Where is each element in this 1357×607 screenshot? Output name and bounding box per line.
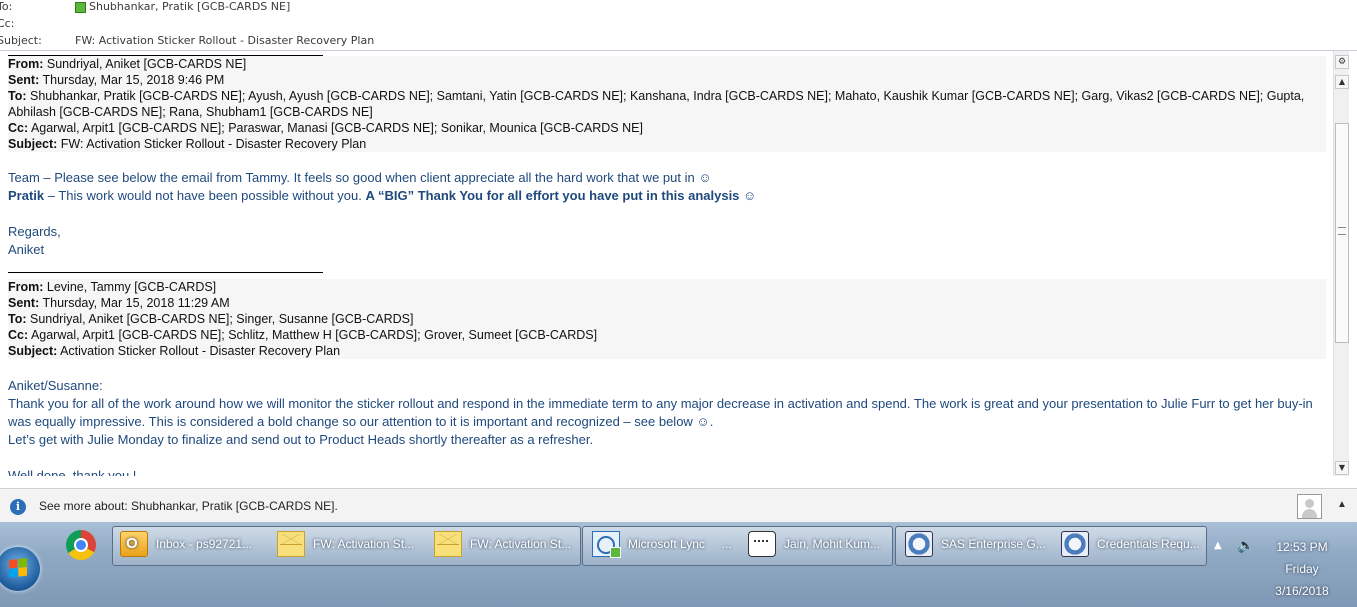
start-button[interactable] bbox=[0, 547, 40, 591]
regards-text: Regards, bbox=[8, 224, 61, 239]
people-pane-bar: i See more about: Shubhankar, Pratik [GC… bbox=[0, 488, 1357, 523]
taskbar-item-label: FW: Activation St... bbox=[313, 537, 415, 551]
taskbar-item-label: Inbox - ps92721... bbox=[156, 537, 253, 551]
taskbar-item-label: Microsoft Lync ... bbox=[628, 537, 732, 551]
show-hidden-icons-icon[interactable]: ▲ bbox=[1214, 540, 1222, 551]
subject-value: FW: Activation Sticker Rollout - Disaste… bbox=[57, 137, 367, 151]
sas-icon bbox=[1061, 531, 1089, 557]
to-value: Sundriyal, Aniket [GCB-CARDS NE]; Singer… bbox=[26, 312, 414, 326]
subject-label: Subject: bbox=[0, 34, 42, 47]
sent-label: Sent: bbox=[8, 296, 40, 310]
clock-day: Friday bbox=[1285, 562, 1319, 576]
thank-you-text: A “BIG” Thank You for all effort you hav… bbox=[365, 188, 757, 203]
sent-value: Thursday, Mar 15, 2018 11:29 AM bbox=[39, 296, 230, 310]
presence-icon bbox=[75, 1, 86, 13]
cc-label: Cc: bbox=[8, 121, 29, 135]
scroll-options-icon[interactable]: ⚙ bbox=[1335, 55, 1349, 69]
to-value: Shubhankar, Pratik [GCB-CARDS NE]; Ayush… bbox=[8, 89, 1305, 119]
to-label: To: bbox=[8, 312, 27, 326]
taskbar: Inbox - ps92721... FW: Activation St... … bbox=[0, 522, 1357, 607]
grip-icon bbox=[1338, 227, 1346, 235]
clock-time: 12:53 PM bbox=[1276, 540, 1328, 554]
lync-icon bbox=[592, 531, 621, 558]
clock-date: 3/16/2018 bbox=[1275, 584, 1329, 598]
body-line: Pratik – This work would not have been p… bbox=[8, 188, 757, 203]
speaker-icon[interactable]: 🔈 bbox=[1237, 538, 1254, 554]
cc-label: Cc: bbox=[8, 328, 29, 342]
to-label: To: bbox=[8, 89, 27, 103]
scroll-down-button[interactable]: ▼ bbox=[1335, 461, 1349, 475]
taskbar-item-label: FW: Activation St... bbox=[470, 537, 572, 551]
sent-label: Sent: bbox=[8, 73, 40, 87]
taskbar-item-email-1[interactable]: FW: Activation St... bbox=[271, 528, 421, 562]
mail-envelope-icon bbox=[277, 531, 305, 557]
taskbar-item-label: Jain, Mohit Kum... bbox=[784, 537, 881, 551]
subject-label: Subject: bbox=[8, 344, 58, 358]
greeting-text: Aniket/Susanne: bbox=[8, 378, 103, 393]
body-line: Team – Please see below the email from T… bbox=[8, 170, 712, 185]
subject-label: Subject: bbox=[8, 137, 58, 151]
cc-value: Agarwal, Arpit1 [GCB-CARDS NE]; Paraswar… bbox=[28, 121, 643, 135]
from-value: Levine, Tammy [GCB-CARDS] bbox=[43, 280, 217, 294]
taskbar-item-label: SAS Enterprise G... bbox=[941, 537, 1046, 551]
cc-value: Agarwal, Arpit1 [GCB-CARDS NE]; Schlitz,… bbox=[28, 328, 598, 342]
vertical-scrollbar[interactable]: ⚙ ▲ ▼ bbox=[1333, 51, 1350, 476]
taskbar-item-lync[interactable]: Microsoft Lync ... bbox=[586, 528, 734, 562]
closing-text: Well done, thank you ! bbox=[8, 468, 137, 476]
body-paragraph: Let’s get with Julie Monday to finalize … bbox=[8, 432, 594, 447]
scroll-up-button[interactable]: ▲ bbox=[1335, 75, 1349, 89]
to-label: To: bbox=[0, 0, 13, 13]
forward-header-2: From: Levine, Tammy [GCB-CARDS] Sent: Th… bbox=[8, 279, 1326, 359]
mention-name: Pratik bbox=[8, 188, 45, 203]
taskbar-item-label: Credentials Requ... bbox=[1097, 537, 1200, 551]
see-more-about-text[interactable]: See more about: Shubhankar, Pratik [GCB-… bbox=[39, 499, 338, 513]
taskbar-item-email-2[interactable]: FW: Activation St... bbox=[428, 528, 578, 562]
chat-bubble-icon bbox=[748, 531, 776, 557]
to-recipient[interactable]: Shubhankar, Pratik [GCB-CARDS NE] bbox=[75, 0, 290, 13]
subject-value: Activation Sticker Rollout - Disaster Re… bbox=[57, 344, 341, 358]
body-paragraph: Thank you for all of the work around how… bbox=[8, 396, 1313, 429]
taskbar-item-chat[interactable]: Jain, Mohit Kum... bbox=[742, 528, 890, 562]
sas-icon bbox=[905, 531, 933, 557]
message-text-2: Aniket/Susanne: Thank you for all of the… bbox=[8, 377, 1326, 476]
from-value: Sundriyal, Aniket [GCB-CARDS NE] bbox=[43, 57, 247, 71]
message-content: From: Sundriyal, Aniket [GCB-CARDS NE] S… bbox=[8, 55, 1326, 476]
taskbar-item-credentials[interactable]: Credentials Requ... bbox=[1055, 528, 1205, 562]
scroll-thumb[interactable] bbox=[1335, 123, 1349, 343]
from-label: From: bbox=[8, 280, 44, 294]
sent-value: Thursday, Mar 15, 2018 9:46 PM bbox=[39, 73, 225, 87]
to-recipient-name: Shubhankar, Pratik [GCB-CARDS NE] bbox=[89, 0, 291, 13]
taskbar-item-sas[interactable]: SAS Enterprise G... bbox=[899, 528, 1049, 562]
message-text-1: Team – Please see below the email from T… bbox=[8, 169, 1326, 259]
chrome-icon[interactable] bbox=[66, 530, 96, 560]
from-label: From: bbox=[8, 57, 44, 71]
taskbar-item-inbox[interactable]: Inbox - ps92721... bbox=[114, 528, 264, 562]
message-body[interactable]: From: Sundriyal, Aniket [GCB-CARDS NE] S… bbox=[0, 51, 1333, 476]
chevron-up-icon[interactable]: ▲ bbox=[1337, 499, 1347, 510]
quote-divider bbox=[8, 272, 323, 273]
system-clock[interactable]: 12:53 PM Friday 3/16/2018 bbox=[1262, 536, 1342, 602]
info-icon: i bbox=[10, 499, 26, 515]
signature-text: Aniket bbox=[8, 242, 45, 257]
cc-label: Cc: bbox=[0, 17, 15, 30]
forward-header-1: From: Sundriyal, Aniket [GCB-CARDS NE] S… bbox=[8, 56, 1326, 152]
outlook-icon bbox=[120, 531, 148, 557]
mail-envelope-icon bbox=[434, 531, 462, 557]
avatar[interactable] bbox=[1297, 494, 1322, 519]
message-header: To: Shubhankar, Pratik [GCB-CARDS NE] Cc… bbox=[0, 0, 1357, 52]
right-margin bbox=[1349, 51, 1357, 476]
subject-value: FW: Activation Sticker Rollout - Disaste… bbox=[75, 34, 375, 47]
